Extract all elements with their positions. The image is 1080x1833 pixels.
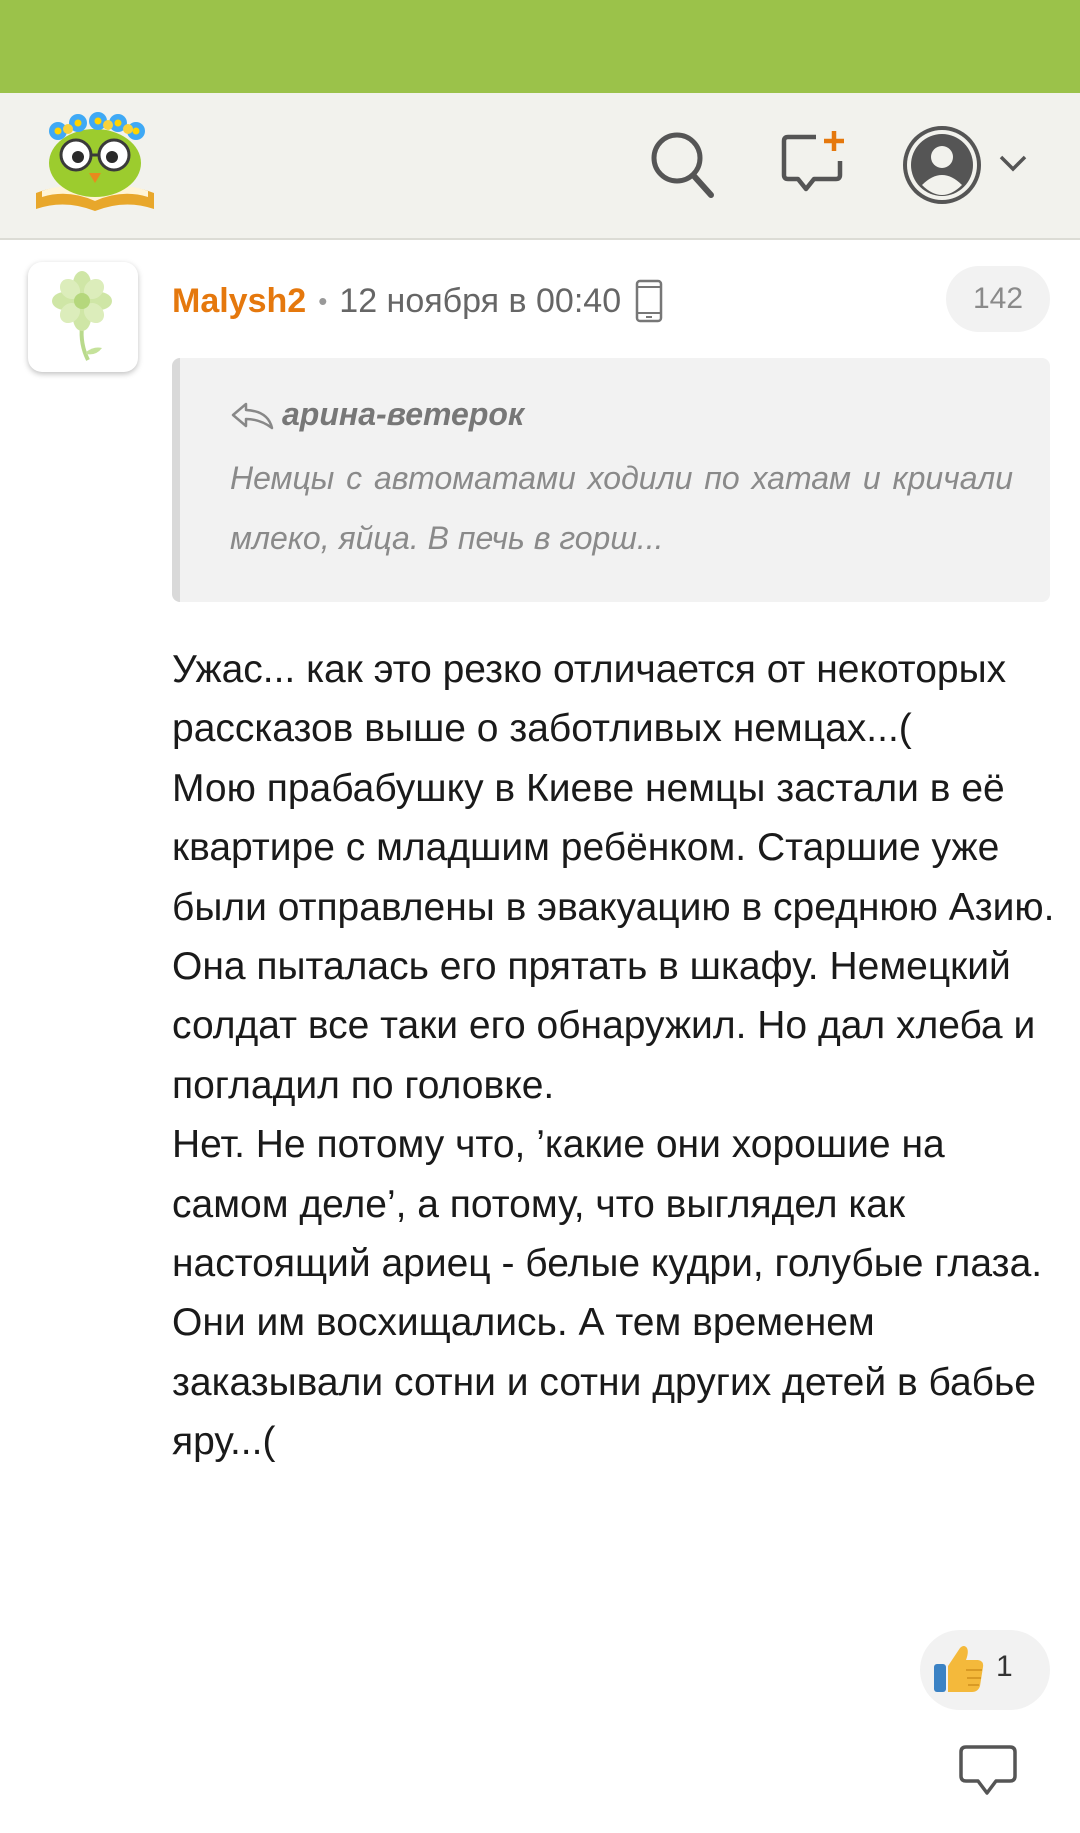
comment-date: 12 ноября в 00:40: [339, 281, 622, 320]
author-name[interactable]: Malysh2: [172, 282, 306, 321]
app-bar: [0, 93, 1080, 240]
like-count: 1: [996, 1650, 1013, 1683]
avatar[interactable]: [28, 262, 138, 372]
phone-icon: [635, 279, 663, 323]
quoted-comment[interactable]: арина-ветерок Немцы с автоматами ходили …: [172, 358, 1050, 602]
status-bar: [0, 0, 1080, 93]
separator-dot: •: [318, 285, 328, 316]
comment-paragraph: Мою прабабушку в Киеве немцы застали в е…: [172, 766, 1055, 1107]
reply-comment-icon[interactable]: [958, 1744, 1018, 1798]
like-button[interactable]: 1: [920, 1630, 1050, 1710]
comment-body: Ужас... как это резко отличается от неко…: [172, 640, 1057, 1472]
flower-icon: [52, 271, 112, 361]
quote-text: Немцы с автоматами ходили по хатам и кри…: [230, 460, 1013, 556]
comment-paragraph: Ужас... как это резко отличается от неко…: [172, 648, 1007, 751]
chevron-down-icon[interactable]: [997, 151, 1029, 177]
new-comment-icon[interactable]: [780, 129, 848, 197]
profile-icon[interactable]: [900, 123, 984, 207]
owl-on-book-logo[interactable]: [30, 111, 160, 221]
comment-paragraph: Нет. Не потому что, ’какие они хорошие н…: [172, 1123, 1043, 1464]
thumbs-up-icon: [934, 1646, 984, 1692]
comment-counter-badge[interactable]: 142: [946, 266, 1050, 332]
quote-author: арина-ветерок: [282, 396, 525, 432]
search-icon[interactable]: [648, 129, 716, 201]
reply-arrow-icon: [231, 402, 274, 430]
